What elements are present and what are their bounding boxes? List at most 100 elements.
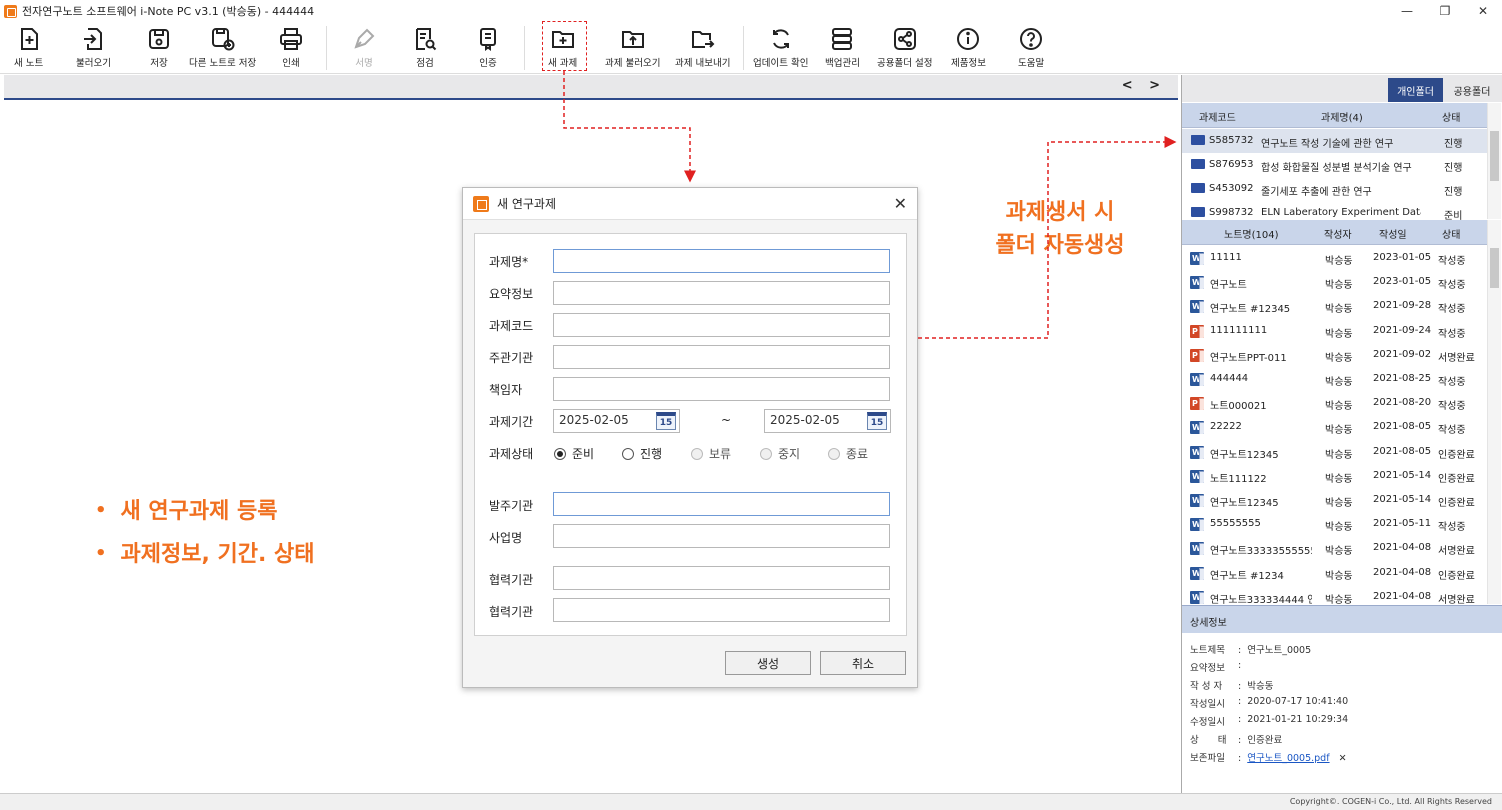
maximize-button[interactable]: ❐ [1426,0,1464,22]
status-radio-ready[interactable]: 준비 [554,445,594,462]
status-radio-finished[interactable]: 종료 [828,445,868,462]
cancel-button[interactable]: 취소 [820,651,906,675]
col-project-code[interactable]: 과제코드 [1199,109,1236,124]
shared-folder-button[interactable]: 공용폴더 설정 [877,26,932,69]
note-date: 2021-08-25 [1373,373,1432,384]
note-row[interactable]: P 111111111 박승동 2021-09-24 작성중 [1182,319,1487,343]
status-radio-progress[interactable]: 진행 [622,445,662,462]
project-list-scrollbar[interactable] [1487,103,1501,219]
note-status: 서명완료 [1438,594,1475,606]
save-as-icon [211,28,235,51]
help-button[interactable]: 도움말 [1018,26,1044,69]
note-row[interactable]: W 노트111122 박승동 2021-05-14 인증완료 [1182,464,1487,488]
save-as-button[interactable]: 다른 노트로 저장 [189,26,256,69]
project-code-input[interactable] [553,313,890,337]
note-status: 작성중 [1438,522,1466,534]
project-row[interactable]: S453092 줄기세포 추출에 관한 연구 진행 [1182,177,1487,201]
ordering-org-input[interactable] [553,492,890,516]
host-org-input[interactable] [553,345,890,369]
folder-export-icon [691,31,715,48]
inspect-button[interactable]: 점검 [412,26,438,69]
minimize-button[interactable]: — [1388,0,1426,22]
host-org-label: 주관기관 [489,351,534,365]
new-project-highlight [542,21,587,71]
project-name-input[interactable] [553,249,890,273]
note-row[interactable]: P 연구노트PPT-011 박승동 2021-09-02 서명완료 [1182,343,1487,367]
project-row[interactable]: S876953 합성 화합물질 성분별 분석기술 연구 진행 [1182,153,1487,177]
create-button[interactable]: 생성 [725,651,811,675]
col-note-name[interactable]: 노트명(104) [1224,226,1279,241]
remove-file-icon[interactable]: ✕ [1339,753,1347,764]
close-window-button[interactable]: ✕ [1464,0,1502,22]
note-row[interactable]: W 연구노트333335555555 박승동 2021-04-08 서명완료 [1182,536,1487,560]
inspect-icon [416,28,437,51]
note-date: 2021-04-08 [1373,542,1432,554]
note-row[interactable]: P 노트000021 박승동 2021-08-20 작성중 [1182,391,1487,415]
sign-label: 서명 [355,58,373,69]
note-status: 작성중 [1438,377,1466,388]
note-author: 박승동 [1325,377,1353,388]
note-row[interactable]: W 444444 박승동 2021-08-25 작성중 [1182,367,1487,391]
load-label: 불러오기 [76,58,111,69]
note-name: 11111 [1210,252,1242,263]
folder-icon [1191,183,1205,193]
scroll-thumb[interactable] [1490,131,1499,181]
detail-value: : [1238,660,1248,671]
end-date-input[interactable]: 2025-02-05 15 [764,409,891,433]
word-file-icon: W [1190,542,1204,556]
new-note-label: 새 노트 [14,58,44,69]
manager-input[interactable] [553,377,890,401]
note-row[interactable]: W 연구노트 #12345 박승동 2021-09-28 작성중 [1182,294,1487,318]
status-radio-hold[interactable]: 보류 [691,445,731,462]
calendar-icon[interactable]: 15 [867,412,887,430]
note-row[interactable]: W 11111 박승동 2023-01-05 작성중 [1182,246,1487,270]
note-date: 2021-08-05 [1373,445,1432,457]
tab-personal-folder[interactable]: 개인폴더 [1388,78,1443,102]
period-separator: ~ [721,413,732,427]
share-icon [893,28,916,50]
business-name-input[interactable] [553,524,890,548]
certify-button[interactable]: 인증 [475,26,501,69]
print-button[interactable]: 인쇄 [278,26,304,69]
project-name: ELN Laberatory Experiment Data Analy [1261,207,1421,218]
load-project-button[interactable]: 과제 불러오기 [605,26,660,69]
start-date-input[interactable]: 2025-02-05 15 [553,409,680,433]
save-button[interactable]: 저장 [146,26,172,69]
col-note-status[interactable]: 상태 [1442,226,1460,241]
dialog-close-button[interactable]: ✕ [894,194,907,213]
col-project-name[interactable]: 과제명(4) [1321,109,1363,124]
note-row[interactable]: W 연구노트12345 박승동 2021-08-05 인증완료 [1182,440,1487,464]
status-radio-stopped[interactable]: 중지 [760,445,800,462]
note-author: 박승동 [1325,473,1353,485]
export-project-button[interactable]: 과제 내보내기 [675,26,730,69]
note-list-scrollbar[interactable] [1487,220,1501,604]
powerpoint-file-icon: P [1190,397,1204,411]
note-row[interactable]: W 55555555 박승동 2021-05-11 작성중 [1182,512,1487,536]
page-nav-arrows[interactable]: < > [1122,78,1166,93]
dialog-title-bar: 새 연구과제 ✕ [463,188,917,220]
partner-org-input-2[interactable] [553,598,890,622]
partner-org-input-1[interactable] [553,566,890,590]
update-check-label: 업데이트 확인 [753,58,809,69]
load-button[interactable]: 불러오기 [76,26,111,69]
sign-button[interactable]: 서명 [351,26,377,69]
note-row[interactable]: W 연구노트12345 박승동 2021-05-14 인증완료 [1182,488,1487,512]
note-row[interactable]: W 22222 박승동 2021-08-05 작성중 [1182,415,1487,439]
col-note-date[interactable]: 작성일 [1379,226,1407,241]
note-row[interactable]: W 연구노트 박승동 2023-01-05 작성중 [1182,270,1487,294]
dialog-form-panel: 과제명* 요약정보 과제코드 주관기관 책임자 과제기간 2025-02-05 … [474,233,907,636]
tab-shared-folder[interactable]: 공용폴더 [1444,78,1500,102]
col-note-author[interactable]: 작성자 [1324,226,1352,241]
note-row[interactable]: W 연구노트 #1234 박승동 2021-04-08 인증완료 [1182,561,1487,585]
backup-button[interactable]: 백업관리 [825,26,860,69]
project-row[interactable]: S585732 연구노트 작성 기술에 관한 연구 진행 [1182,129,1487,153]
scroll-thumb[interactable] [1490,248,1499,288]
summary-input[interactable] [553,281,890,305]
preserved-file-link[interactable]: 연구노트_0005.pdf [1247,753,1329,764]
update-check-button[interactable]: 업데이트 확인 [753,26,808,69]
product-info-button[interactable]: 제품정보 [951,26,986,69]
calendar-icon[interactable]: 15 [656,412,676,430]
col-project-status[interactable]: 상태 [1442,109,1460,124]
new-note-button[interactable]: 새 노트 [14,26,43,69]
callout-line: 폴더 자동생성 [995,233,1125,258]
